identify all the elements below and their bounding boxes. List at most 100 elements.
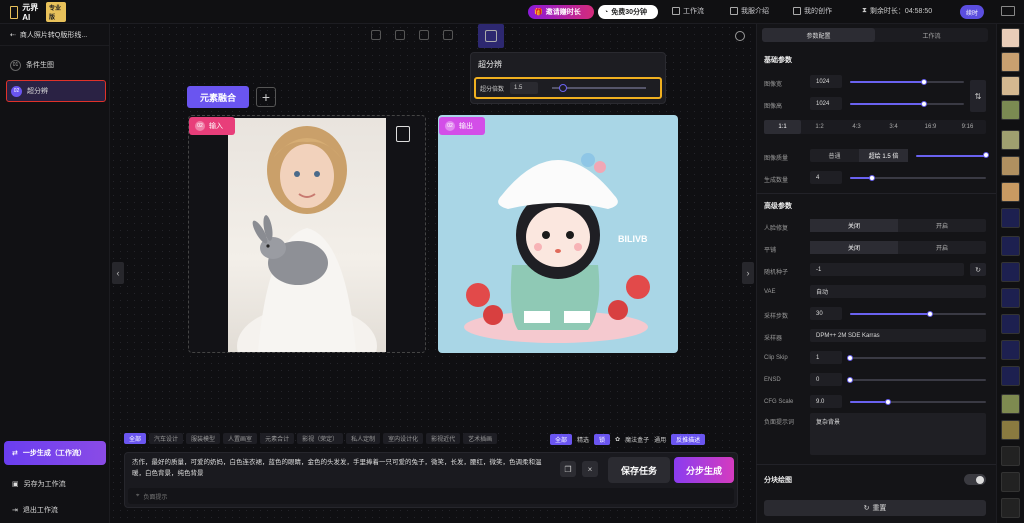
nav-works[interactable]: 我的创作 [793, 6, 832, 16]
ratio-option[interactable]: 4:3 [838, 120, 875, 134]
height-slider-knob[interactable] [921, 101, 927, 107]
app-logo[interactable]: 元界AI 专业版 [10, 2, 66, 22]
history-thumb[interactable] [1001, 446, 1020, 466]
history-thumb[interactable] [1001, 28, 1020, 48]
face-fix-on[interactable]: 开启 [898, 219, 986, 232]
nav-intro[interactable]: 我服介绍 [730, 6, 769, 16]
negative-prompt-input[interactable]: ⌖ 负面提示 [128, 488, 734, 504]
history-thumb[interactable] [1001, 394, 1020, 414]
category-tag[interactable]: 私人定制 [346, 433, 381, 444]
free-time-button[interactable]: ◔ 免费30分钟 [598, 5, 658, 19]
ensd-knob[interactable] [847, 377, 853, 383]
filter-selected[interactable]: 精选 [577, 435, 589, 444]
ensd-slider[interactable] [850, 379, 986, 381]
category-tag[interactable]: 全部 [124, 433, 147, 444]
layout-icon[interactable] [395, 30, 405, 40]
ratio-option[interactable]: 1:1 [764, 120, 801, 134]
category-tag[interactable]: 汽车设计 [149, 433, 184, 444]
history-thumb[interactable] [1001, 288, 1020, 308]
category-tag[interactable]: 室内设计化 [383, 433, 424, 444]
output-card[interactable]: BILIVB [438, 115, 678, 353]
width-slider-knob[interactable] [921, 79, 927, 85]
history-thumb[interactable] [1001, 472, 1020, 492]
ratio-option[interactable]: 3:4 [875, 120, 912, 134]
reset-button[interactable]: ↻ 重置 [764, 500, 986, 516]
ensd-input[interactable]: 0 [810, 373, 842, 386]
category-tag[interactable]: 影视近代 [426, 433, 461, 444]
sampler-select[interactable]: DPM++ 2M SDE Karras [810, 329, 986, 342]
tab-params[interactable]: 参数配置 [762, 28, 875, 42]
copy-icon[interactable]: ❐ [560, 461, 576, 477]
vae-select[interactable]: 自动 [810, 285, 986, 298]
clip-skip-slider[interactable] [850, 357, 986, 359]
quality-hires[interactable]: 超绘 1.5 倍 [859, 149, 908, 162]
history-thumb[interactable] [1001, 76, 1020, 96]
history-thumb[interactable] [1001, 52, 1020, 72]
panel-toggle-icon[interactable] [1001, 6, 1015, 16]
collapse-left-button[interactable]: ‹ [112, 262, 124, 284]
history-thumb[interactable] [1001, 100, 1020, 120]
element-fusion-button[interactable]: 元素融合 [187, 86, 249, 108]
add-node-button[interactable]: + [256, 87, 276, 107]
save-as-workflow-button[interactable]: ▣ 另存为工作流 [4, 472, 106, 496]
step-condition-image[interactable]: 01 条件生图 [6, 56, 106, 74]
tiling-on[interactable]: 开启 [898, 241, 986, 254]
refresh-seed-icon[interactable]: ↻ [970, 263, 986, 276]
cfg-input[interactable]: 9.0 [810, 395, 842, 408]
quality-slider[interactable] [916, 155, 986, 157]
history-thumb[interactable] [1001, 314, 1020, 334]
clip-skip-input[interactable]: 1 [810, 351, 842, 364]
filter-all[interactable]: 全部 [550, 434, 573, 445]
history-icon[interactable] [371, 30, 381, 40]
clip-skip-knob[interactable] [847, 355, 853, 361]
step-super-resolution[interactable]: 02 超分辨 [6, 80, 106, 102]
save-task-button[interactable]: 保存任务 [608, 457, 670, 483]
ratio-option[interactable]: 9:16 [949, 120, 986, 134]
tiling-off[interactable]: 关闭 [810, 241, 898, 254]
tab-workflow[interactable]: 工作流 [875, 28, 988, 42]
category-tag[interactable]: 艺术插画 [463, 433, 498, 444]
step-generate-button[interactable]: 分步生成 [674, 457, 734, 483]
scale-factor-slider[interactable] [552, 84, 647, 92]
exit-workflow-button[interactable]: ⇥ 退出工作流 [4, 498, 106, 522]
general-dropdown[interactable]: 通用 [654, 435, 666, 444]
face-fix-off[interactable]: 关闭 [810, 219, 898, 232]
swap-dimensions-icon[interactable]: ⇅ [970, 80, 986, 112]
collapse-right-button[interactable]: › [742, 262, 754, 284]
quality-slider-knob[interactable] [983, 152, 989, 158]
delete-icon[interactable] [396, 126, 410, 142]
info-icon[interactable] [735, 31, 745, 41]
renew-button[interactable]: 续时 [960, 5, 984, 19]
invite-button[interactable]: 🎁 邀请赚时长 [528, 5, 594, 19]
expand-icon[interactable] [485, 30, 497, 42]
lock-toggle[interactable]: 锁 [594, 434, 611, 445]
count-slider-knob[interactable] [869, 175, 875, 181]
history-thumb[interactable] [1001, 156, 1020, 176]
history-thumb[interactable] [1001, 420, 1020, 440]
negative-textarea[interactable]: 复杂背景 [810, 413, 986, 455]
clear-icon[interactable]: × [582, 461, 598, 477]
history-thumb[interactable] [1001, 340, 1020, 360]
cfg-knob[interactable] [885, 399, 891, 405]
prompt-text[interactable]: 杰作，最好的质量，可爱的奶妈，白色连衣裙，蓝色的眼睛，金色的头发发，手里捧着一只… [132, 457, 554, 479]
category-tag[interactable]: 影视（荣定） [297, 433, 344, 444]
ratio-option[interactable]: 16:9 [912, 120, 949, 134]
history-thumb[interactable] [1001, 208, 1020, 228]
history-thumb[interactable] [1001, 498, 1020, 518]
width-input[interactable]: 1024 [810, 75, 842, 88]
height-input[interactable]: 1024 [810, 97, 842, 110]
back-icon[interactable]: ⇠ [10, 31, 16, 39]
scale-factor-input[interactable]: 1.5 [510, 82, 539, 94]
reverse-prompt-button[interactable]: 反推描述 [671, 434, 706, 445]
quality-normal[interactable]: 普通 [810, 149, 859, 162]
history-thumb[interactable] [1001, 130, 1020, 150]
steps-input[interactable]: 30 [810, 307, 842, 320]
steps-slider-knob[interactable] [927, 311, 933, 317]
count-input[interactable]: 4 [810, 171, 842, 184]
category-tag[interactable]: 服装模型 [186, 433, 221, 444]
history-thumb[interactable] [1001, 236, 1020, 256]
magic-box-button[interactable]: 魔法盒子 [625, 435, 649, 444]
one-step-generate-button[interactable]: ⇄ 一步生成（工作流） [4, 441, 106, 465]
nav-workflow[interactable]: 工作流 [672, 6, 704, 16]
tiled-draw-toggle[interactable] [964, 474, 986, 485]
